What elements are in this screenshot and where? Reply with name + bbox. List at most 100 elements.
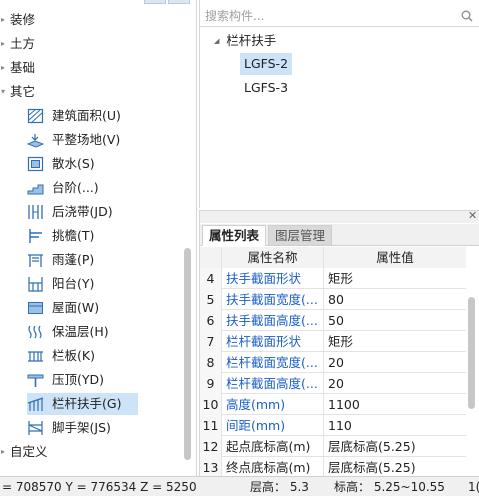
tree-item-pingzhengchangdi[interactable]: 平整场地(V) xyxy=(27,129,177,151)
property-index: 13 xyxy=(200,457,222,478)
post-cast-strip-icon xyxy=(28,205,43,219)
property-value[interactable]: 80 xyxy=(324,289,466,310)
property-value[interactable]: 1100 xyxy=(324,394,466,415)
expand-arrow-icon[interactable]: ▸ xyxy=(1,57,9,79)
property-name: 栏杆截面宽度(... xyxy=(222,352,324,373)
table-header-row: 属性名称 属性值 xyxy=(200,247,466,268)
component-item-lgfs-3[interactable]: LGFS-3 xyxy=(240,77,292,99)
property-name: 栏杆截面高度(... xyxy=(222,373,324,394)
property-row[interactable]: 10 高度(mm) 1100 xyxy=(200,394,466,415)
tree-item-langanfushou[interactable]: 栏杆扶手(G) xyxy=(27,393,177,415)
search-bar xyxy=(200,5,479,27)
tab-property-list[interactable]: 属性列表 xyxy=(202,225,267,246)
elevation-readout: 标高： 5.25~10.55 xyxy=(334,480,445,494)
tree-item-wumian[interactable]: 屋面(W) xyxy=(27,297,177,319)
header-value-cell: 属性值 xyxy=(324,247,466,268)
tree-item-yangtai[interactable]: 阳台(Y) xyxy=(27,273,177,295)
property-row[interactable]: 8 栏杆截面宽度(... 20 xyxy=(200,352,466,373)
balcony-icon xyxy=(28,277,43,292)
property-value[interactable]: 矩形 xyxy=(324,268,466,289)
insulation-icon xyxy=(28,325,42,339)
tree-scrollbar[interactable] xyxy=(184,248,191,460)
tree-item-label: 雨蓬(P) xyxy=(52,252,95,267)
tree-item-label: 阳台(Y) xyxy=(52,276,95,291)
component-item-label: LGFS-2 xyxy=(244,56,289,71)
scaffold-icon xyxy=(28,421,43,435)
component-list-panel: ◢ 栏杆扶手 LGFS-2 LGFS-3 xyxy=(199,0,479,208)
tree-item-yading[interactable]: 压顶(YD) xyxy=(27,369,177,391)
expand-arrow-icon[interactable]: ▸ xyxy=(1,441,9,463)
component-group[interactable]: ◢ 栏杆扶手 xyxy=(214,31,276,51)
tab-layer-management[interactable]: 图层管理 xyxy=(268,225,333,246)
property-value[interactable]: 矩形 xyxy=(324,331,466,352)
property-table-scrollbar[interactable] xyxy=(468,297,475,409)
property-row[interactable]: 12 起点底标高(m) 层底标高(5.25) xyxy=(200,436,466,457)
property-row[interactable]: 5 扶手截面宽度(... 80 xyxy=(200,289,466,310)
roof-icon xyxy=(28,302,43,314)
property-name: 高度(mm) xyxy=(222,394,324,415)
coordinate-readout: = 708570 Y = 776534 Z = 5250 xyxy=(2,480,197,494)
tree-category-label: 自定义 xyxy=(10,444,48,459)
step-icon xyxy=(27,184,44,195)
property-value[interactable]: 20 xyxy=(324,373,466,394)
expand-arrow-icon[interactable]: ▸ xyxy=(1,9,9,31)
property-value[interactable]: 110 xyxy=(324,415,466,436)
toolbar-button-stub[interactable] xyxy=(144,0,166,4)
tree-item-baowenceng[interactable]: 保温层(H) xyxy=(27,321,177,343)
tree-item-yupeng[interactable]: 雨蓬(P) xyxy=(27,249,177,271)
tree-item-taijie[interactable]: 台阶(...) xyxy=(27,177,177,199)
tree-item-jianzhumianji[interactable]: 建筑面积(U) xyxy=(27,105,177,127)
header-index-cell xyxy=(200,247,222,268)
apron-icon xyxy=(27,156,44,172)
property-value[interactable]: 20 xyxy=(324,352,466,373)
property-index: 10 xyxy=(200,394,222,415)
collapse-arrow-icon[interactable]: ◢ xyxy=(214,37,219,45)
property-name: 起点底标高(m) xyxy=(222,436,324,457)
expand-arrow-icon[interactable]: ▸ xyxy=(1,33,9,55)
search-icon[interactable] xyxy=(461,10,473,22)
tree-category-label: 装修 xyxy=(10,12,36,27)
property-index: 7 xyxy=(200,331,222,352)
parapet-icon xyxy=(28,351,43,362)
component-item-label: LGFS-3 xyxy=(244,80,289,95)
component-item-lgfs-2[interactable]: LGFS-2 xyxy=(240,53,293,75)
tree-item-label: 屋面(W) xyxy=(52,300,100,315)
tab-bar: 属性列表 图层管理 xyxy=(200,224,479,246)
close-icon[interactable]: ✕ xyxy=(468,209,477,222)
tree-item-lanban[interactable]: 栏板(K) xyxy=(27,345,177,367)
property-name: 扶手截面形状 xyxy=(222,268,324,289)
property-value[interactable]: 层底标高(5.25) xyxy=(324,457,466,478)
tree-category-label: 其它 xyxy=(10,84,36,99)
tree-item-jiaoshoujia[interactable]: 脚手架(JS) xyxy=(27,417,177,439)
tree-item-label: 栏板(K) xyxy=(52,348,95,363)
toolbar-button-stub[interactable] xyxy=(168,0,190,4)
property-row[interactable]: 13 终点底标高(m) 层底标高(5.25) xyxy=(200,457,466,478)
tree-item-tiaoyan[interactable]: 挑檐(T) xyxy=(27,225,177,247)
area-icon xyxy=(27,108,44,124)
tree-item-label: 后浇带(JD) xyxy=(52,204,113,219)
property-row[interactable]: 4 扶手截面形状 矩形 xyxy=(200,268,466,289)
tree-item-label: 散水(S) xyxy=(52,156,95,171)
property-row[interactable]: 7 栏杆截面形状 矩形 xyxy=(200,331,466,352)
property-row[interactable]: 6 扶手截面高度(... 50 xyxy=(200,310,466,331)
search-input[interactable] xyxy=(203,7,453,25)
floor-height-readout: 层高： 5.3 xyxy=(250,480,309,494)
property-value[interactable]: 50 xyxy=(324,310,466,331)
tree-item-label: 脚手架(JS) xyxy=(52,420,111,435)
collapse-arrow-icon[interactable]: ▾ xyxy=(1,81,9,103)
property-index: 9 xyxy=(200,373,222,394)
property-row[interactable]: 9 栏杆截面高度(... 20 xyxy=(200,373,466,394)
tree-item-sanshui[interactable]: 散水(S) xyxy=(27,153,177,175)
status-bar: = 708570 Y = 776534 Z = 5250 层高： 5.3 标高：… xyxy=(0,476,479,496)
component-group-label: 栏杆扶手 xyxy=(226,33,277,48)
property-index: 11 xyxy=(200,415,222,436)
property-index: 12 xyxy=(200,436,222,457)
property-row[interactable]: 11 间距(mm) 110 xyxy=(200,415,466,436)
tree-item-houjiaodai[interactable]: 后浇带(JD) xyxy=(27,201,177,223)
railing-icon xyxy=(27,397,44,411)
level-ground-icon xyxy=(27,134,44,148)
property-value[interactable]: 层底标高(5.25) xyxy=(324,436,466,457)
cornice-icon xyxy=(29,229,42,243)
canopy-icon xyxy=(28,254,43,267)
panel-title-bar: ✕ xyxy=(200,209,479,223)
